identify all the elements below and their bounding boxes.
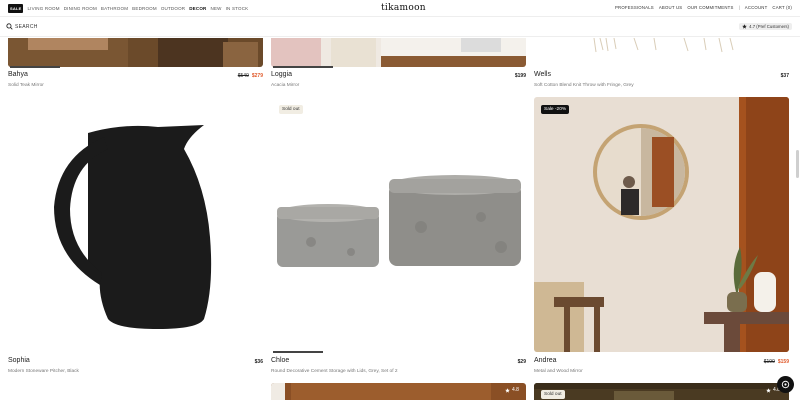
product-desc-chloe: Round Decorative Cement Storage with Lid…	[271, 369, 398, 374]
nav-living-room[interactable]: LIVING ROOM	[27, 6, 59, 11]
product-price-chloe: $29	[517, 359, 526, 365]
product-desc-andrea: Metal and Wood Mirror	[534, 369, 583, 374]
product-image-row3-right[interactable]	[534, 383, 789, 400]
star-icon	[505, 387, 510, 393]
product-name-andrea[interactable]: Andrea	[534, 357, 557, 364]
sold-out-badge-chloe: Sold out	[279, 105, 303, 114]
nav-outdoor[interactable]: OUTDOOR	[161, 6, 185, 11]
nav-account[interactable]: ACCOUNT	[745, 5, 768, 10]
search-label[interactable]: SEARCH	[15, 24, 38, 30]
product-image-row3-middle[interactable]	[271, 383, 526, 400]
product-name-chloe[interactable]: Chloe	[271, 357, 289, 364]
store-rating-badge[interactable]: 4.7 (Pref Customers)	[739, 23, 792, 30]
product-price-wells: $37	[780, 73, 789, 79]
product-price-loggia: $199	[514, 73, 526, 79]
product-name-sophia[interactable]: Sophia	[8, 357, 30, 364]
nav-decor[interactable]: DECOR	[189, 6, 206, 11]
rating-chip-row3-middle: 4.8	[505, 387, 519, 393]
search-bar[interactable]: SEARCH 4.7 (Pref Customers)	[0, 18, 800, 37]
carousel-progress-chloe	[273, 351, 323, 353]
nav-professionals[interactable]: PROFESSIONALS	[615, 5, 654, 10]
category-menu: SALE LIVING ROOM DINING ROOM BATHROOM BE…	[8, 4, 248, 13]
top-navigation: SALE LIVING ROOM DINING ROOM BATHROOM BE…	[0, 0, 800, 17]
old-price-andrea: $199	[763, 359, 775, 365]
nav-new[interactable]: NEW	[211, 6, 222, 11]
product-name-wells[interactable]: Wells	[534, 71, 551, 78]
sold-out-badge-row3-right: Sold out	[541, 390, 565, 399]
product-image-loggia[interactable]	[271, 38, 526, 67]
product-image-chloe[interactable]	[271, 97, 526, 352]
carousel-progress-loggia	[273, 66, 333, 68]
old-price-bahya: $549	[237, 73, 249, 79]
page-scrollbar[interactable]	[796, 150, 799, 178]
sale-price-bahya: $279	[251, 73, 263, 79]
account-menu: PROFESSIONALS ABOUT US OUR COMMITMENTS |…	[615, 5, 792, 10]
nav-dining-room[interactable]: DINING ROOM	[64, 6, 97, 11]
product-desc-wells: Soft Cotton Blend Knit Throw with Fringe…	[534, 83, 634, 88]
product-desc-sophia: Modern Stoneware Pitcher, Black	[8, 369, 79, 374]
nav-bathroom[interactable]: BATHROOM	[101, 6, 128, 11]
sale-price-andrea: $159	[777, 359, 789, 365]
search-icon[interactable]	[6, 23, 13, 30]
product-image-bahya[interactable]	[8, 38, 263, 67]
site-logo[interactable]: tikamoon	[381, 3, 426, 13]
product-image-andrea[interactable]	[534, 97, 789, 352]
nav-sale-link[interactable]: SALE	[8, 4, 24, 13]
product-name-loggia[interactable]: Loggia	[271, 71, 292, 78]
product-image-sophia[interactable]	[8, 97, 263, 352]
rating-value-row3-middle: 4.8	[512, 387, 519, 393]
chat-button[interactable]	[777, 376, 794, 393]
sale-badge-andrea: Sale -20%	[541, 105, 570, 114]
product-image-wells[interactable]	[534, 38, 789, 67]
nav-cart[interactable]: CART (0)	[772, 5, 792, 10]
product-name-bahya[interactable]: Bahya	[8, 71, 28, 78]
chat-icon	[781, 380, 790, 389]
nav-in-stock[interactable]: IN STOCK	[226, 6, 249, 11]
nav-about-us[interactable]: ABOUT US	[659, 5, 683, 10]
product-price-sophia: $36	[254, 359, 263, 365]
store-rating-text: 4.7 (Pref Customers)	[749, 24, 789, 29]
nav-bedroom[interactable]: BEDROOM	[132, 6, 157, 11]
nav-separator: |	[738, 5, 740, 10]
carousel-progress-bahya	[10, 66, 60, 68]
product-desc-bahya: Solid Teak Mirror	[8, 83, 44, 88]
star-icon	[742, 24, 747, 29]
star-icon	[766, 387, 771, 393]
product-desc-loggia: Acacia Mirror	[271, 83, 300, 88]
product-price-bahya: $549 $279	[238, 73, 263, 79]
product-price-andrea: $199 $159	[764, 359, 789, 365]
nav-our-commitments[interactable]: OUR COMMITMENTS	[687, 5, 733, 10]
